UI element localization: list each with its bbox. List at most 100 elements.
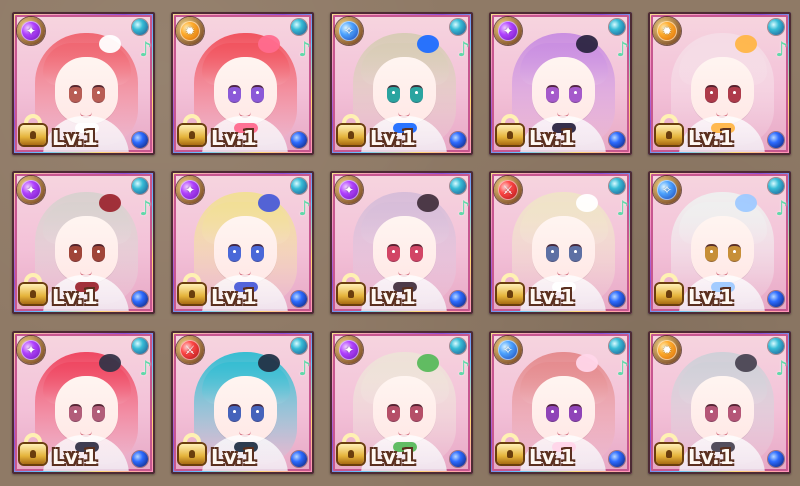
character-card[interactable]: ✦ ♪ Lv.1 — [489, 12, 632, 155]
lock-icon — [494, 433, 526, 467]
character-card[interactable]: ✹ ♪ Lv.1 — [648, 331, 791, 474]
card-frame: ✦ ♪ Lv.1 — [333, 334, 470, 471]
hair-accessory — [417, 354, 439, 372]
character-card[interactable]: ✹ ♪ Lv.1 — [171, 12, 314, 155]
rarity-orb — [609, 178, 625, 194]
star-wand-icon: ✧ — [661, 183, 673, 197]
character-card[interactable]: ✦ ♪ Lv.1 — [171, 171, 314, 314]
level-label: Lv.1 — [688, 445, 734, 469]
character-grid: ✦ ♪ Lv.1 ✹ ♪ Lv.1 ✧ ♪ Lv.1 ✦ ♪ Lv.1 ✹ ♪ … — [0, 0, 800, 486]
card-frame: ⚔ ♪ Lv.1 — [492, 174, 629, 311]
music-note-icon: ♪ — [457, 196, 470, 220]
card-frame: ✹ ♪ Lv.1 — [651, 334, 788, 471]
eye-left — [546, 404, 559, 422]
lock-icon — [176, 273, 208, 307]
eye-right — [410, 244, 423, 262]
wand-icon: ✦ — [184, 183, 196, 197]
element-orb — [609, 451, 625, 467]
rarity-orb — [768, 19, 784, 35]
character-card[interactable]: ✧ ♪ Lv.1 — [648, 171, 791, 314]
lock-icon — [17, 433, 49, 467]
wand-icon: ✦ — [25, 343, 37, 357]
star-wand-icon: ✧ — [502, 343, 514, 357]
type-badge: ✧ — [335, 17, 363, 45]
eye-left — [228, 244, 241, 262]
rarity-orb — [291, 19, 307, 35]
character-card[interactable]: ✧ ♪ Lv.1 — [489, 331, 632, 474]
eye-left — [705, 404, 718, 422]
type-badge: ✹ — [653, 17, 681, 45]
eye-left — [69, 244, 82, 262]
element-orb — [291, 132, 307, 148]
lock-icon — [335, 114, 367, 148]
lock-icon — [17, 114, 49, 148]
element-orb — [291, 291, 307, 307]
type-badge: ✧ — [494, 336, 522, 364]
character-card[interactable]: ✧ ♪ Lv.1 — [330, 12, 473, 155]
card-frame: ✧ ♪ Lv.1 — [333, 15, 470, 152]
rarity-orb — [132, 19, 148, 35]
rarity-orb — [132, 178, 148, 194]
eye-left — [387, 244, 400, 262]
hair-accessory — [735, 194, 757, 212]
type-badge: ✦ — [17, 17, 45, 45]
level-label: Lv.1 — [529, 445, 575, 469]
eye-right — [410, 404, 423, 422]
character-card[interactable]: ✦ ♪ Lv.1 — [330, 331, 473, 474]
music-note-icon: ♪ — [457, 356, 470, 380]
type-badge: ✧ — [653, 176, 681, 204]
lock-icon — [653, 114, 685, 148]
lock-icon — [176, 433, 208, 467]
element-orb — [768, 291, 784, 307]
eye-right — [251, 244, 264, 262]
rarity-orb — [768, 178, 784, 194]
card-frame: ✦ ♪ Lv.1 — [15, 15, 152, 152]
character-card[interactable]: ✦ ♪ Lv.1 — [12, 171, 155, 314]
hair-accessory — [735, 35, 757, 53]
level-label: Lv.1 — [52, 445, 98, 469]
wand-icon: ✦ — [25, 24, 37, 38]
character-card[interactable]: ✦ ♪ Lv.1 — [330, 171, 473, 314]
hair-accessory — [258, 354, 280, 372]
rarity-orb — [132, 338, 148, 354]
music-note-icon: ♪ — [139, 37, 152, 61]
element-orb — [768, 451, 784, 467]
music-note-icon: ♪ — [457, 37, 470, 61]
sun-icon: ✹ — [661, 24, 673, 38]
type-badge: ✦ — [335, 176, 363, 204]
wand-icon: ✦ — [343, 183, 355, 197]
card-frame: ⚔ ♪ Lv.1 — [174, 334, 311, 471]
sword-icon: ⚔ — [502, 183, 514, 197]
level-label: Lv.1 — [688, 126, 734, 150]
eye-right — [728, 404, 741, 422]
eye-left — [69, 85, 82, 103]
music-note-icon: ♪ — [616, 356, 629, 380]
character-card[interactable]: ✦ ♪ Lv.1 — [12, 331, 155, 474]
music-note-icon: ♪ — [775, 37, 788, 61]
rarity-orb — [291, 178, 307, 194]
music-note-icon: ♪ — [775, 356, 788, 380]
character-card[interactable]: ⚔ ♪ Lv.1 — [171, 331, 314, 474]
character-card[interactable]: ✹ ♪ Lv.1 — [648, 12, 791, 155]
wand-icon: ✦ — [502, 24, 514, 38]
level-label: Lv.1 — [370, 126, 416, 150]
card-frame: ✧ ♪ Lv.1 — [651, 174, 788, 311]
rarity-orb — [768, 338, 784, 354]
lock-icon — [653, 273, 685, 307]
level-label: Lv.1 — [211, 445, 257, 469]
hair-accessory — [258, 35, 280, 53]
wand-icon: ✦ — [343, 343, 355, 357]
sun-icon: ✹ — [184, 24, 196, 38]
element-orb — [450, 451, 466, 467]
eye-right — [251, 404, 264, 422]
rarity-orb — [291, 338, 307, 354]
character-card[interactable]: ⚔ ♪ Lv.1 — [489, 171, 632, 314]
eye-right — [92, 244, 105, 262]
rarity-orb — [450, 338, 466, 354]
sword-icon: ⚔ — [184, 343, 196, 357]
music-note-icon: ♪ — [616, 196, 629, 220]
hair-accessory — [99, 194, 121, 212]
eye-right — [92, 85, 105, 103]
character-card[interactable]: ✦ ♪ Lv.1 — [12, 12, 155, 155]
lock-icon — [494, 273, 526, 307]
